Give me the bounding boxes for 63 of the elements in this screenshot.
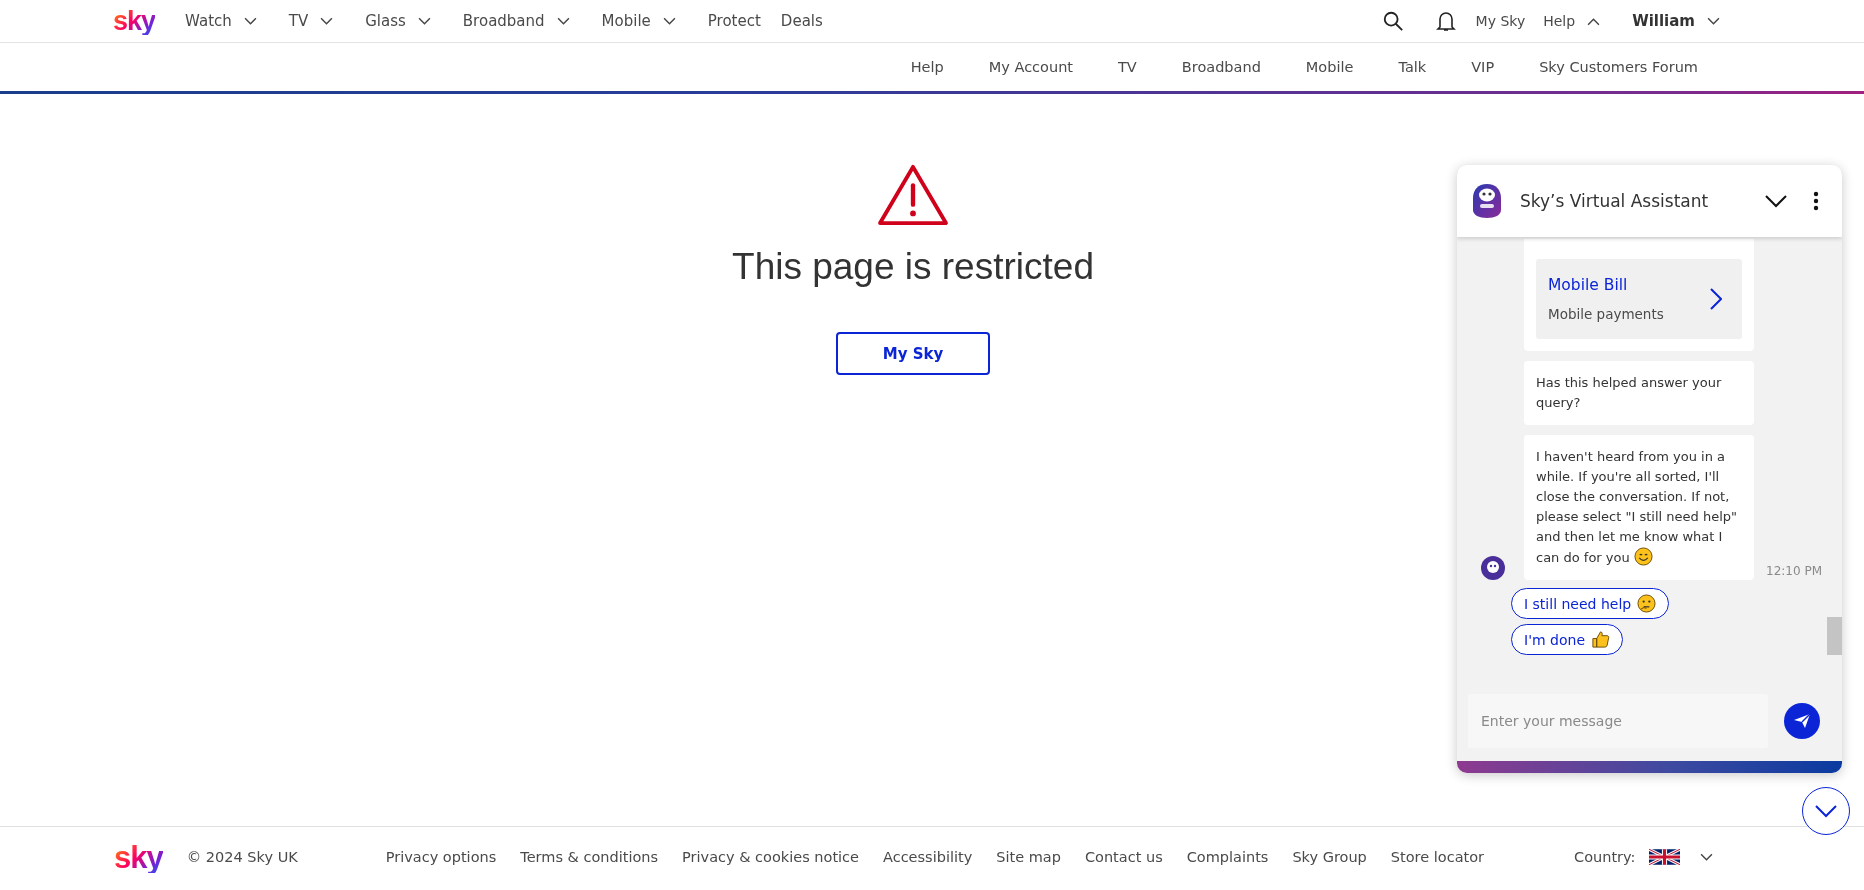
caret-icon[interactable] bbox=[243, 16, 257, 26]
caret-icon[interactable] bbox=[662, 16, 676, 26]
subnav-link[interactable]: My Account bbox=[988, 59, 1073, 75]
subnav-link[interactable]: Sky Customers Forum bbox=[1539, 59, 1698, 75]
robot-avatar-icon bbox=[1481, 556, 1505, 580]
robot-avatar-icon bbox=[1472, 183, 1502, 219]
caret-icon[interactable] bbox=[320, 16, 334, 26]
footer-link[interactable]: Accessibility bbox=[883, 849, 973, 865]
user-menu[interactable]: William bbox=[1632, 12, 1695, 30]
quick-reply-button[interactable]: I still need help bbox=[1511, 588, 1670, 619]
send-button[interactable] bbox=[1784, 703, 1820, 739]
subnav-link[interactable]: VIP bbox=[1471, 59, 1495, 75]
scrollbar-thumb[interactable] bbox=[1827, 617, 1842, 655]
subnav-link[interactable]: Broadband bbox=[1181, 59, 1261, 75]
subnav-link[interactable]: Mobile bbox=[1305, 59, 1354, 75]
more-options-icon[interactable] bbox=[1813, 191, 1819, 211]
nav-item[interactable]: Glass bbox=[365, 12, 406, 30]
my-sky-button[interactable]: My Sky bbox=[836, 332, 990, 375]
minimize-icon[interactable] bbox=[1765, 194, 1787, 208]
chevron-right-icon bbox=[1710, 288, 1722, 310]
page-title: This page is restricted bbox=[732, 246, 1094, 288]
bell-icon[interactable] bbox=[1433, 9, 1458, 33]
copyright-text: © 2024 Sky UK bbox=[186, 849, 298, 865]
subnav-link[interactable]: Help bbox=[910, 59, 944, 75]
country-label: Country: bbox=[1574, 849, 1636, 865]
footer-link[interactable]: Sky Group bbox=[1292, 849, 1367, 865]
uk-flag-icon[interactable] bbox=[1649, 849, 1681, 865]
caret-icon[interactable] bbox=[417, 16, 431, 26]
chat-message: I haven't heard from you in a while. If you're all sorted, I'll close the conversation. If not, please select "I still need help" and then let me know what I can do for you bbox=[1524, 435, 1754, 580]
message-input[interactable]: Enter your message bbox=[1468, 694, 1768, 748]
nav-item[interactable]: TV bbox=[288, 12, 309, 30]
warning-icon bbox=[877, 164, 949, 226]
scroll-down-button[interactable] bbox=[1802, 787, 1850, 835]
footer-link[interactable]: Privacy & cookies notice bbox=[682, 849, 859, 865]
chat-message: Has this helped answer your query? bbox=[1524, 361, 1754, 425]
nav-item[interactable]: Broadband bbox=[462, 12, 545, 30]
footer-link[interactable]: Privacy options bbox=[385, 849, 497, 865]
footer-link[interactable]: Complaints bbox=[1186, 849, 1269, 865]
subnav-link[interactable]: Talk bbox=[1398, 59, 1427, 75]
caret-icon[interactable] bbox=[556, 16, 570, 26]
my-sky-link[interactable]: My Sky bbox=[1475, 13, 1526, 29]
search-icon[interactable] bbox=[1381, 10, 1404, 32]
footer-link[interactable]: Terms & conditions bbox=[520, 849, 659, 865]
footer-link[interactable]: Store locator bbox=[1390, 849, 1485, 865]
nav-item[interactable]: Protect bbox=[707, 12, 761, 30]
help-menu[interactable]: Help bbox=[1543, 13, 1576, 29]
card-title: Mobile Bill bbox=[1548, 276, 1629, 294]
nav-item[interactable]: Mobile bbox=[601, 12, 651, 30]
nav-item[interactable]: Deals bbox=[780, 12, 823, 30]
quick-reply-button[interactable]: I'm done bbox=[1511, 624, 1623, 655]
subnav-link[interactable]: TV bbox=[1118, 59, 1137, 75]
caret-icon[interactable] bbox=[1700, 852, 1714, 862]
footer-link[interactable]: Contact us bbox=[1084, 849, 1163, 865]
caret-icon[interactable] bbox=[1587, 16, 1601, 26]
footer-link[interactable]: Site map bbox=[996, 849, 1061, 865]
card-subtitle: Mobile payments bbox=[1548, 306, 1665, 322]
chevron-down-icon bbox=[1814, 804, 1838, 818]
nav-item[interactable]: Watch bbox=[185, 12, 232, 30]
chat-title: Sky’s Virtual Assistant bbox=[1520, 191, 1709, 211]
link-card[interactable]: Mobile Bill Mobile payments bbox=[1536, 259, 1742, 339]
message-time: 12:10 PM bbox=[1766, 564, 1822, 578]
caret-icon[interactable] bbox=[1707, 16, 1720, 26]
sky-logo[interactable]: sky bbox=[113, 7, 156, 35]
